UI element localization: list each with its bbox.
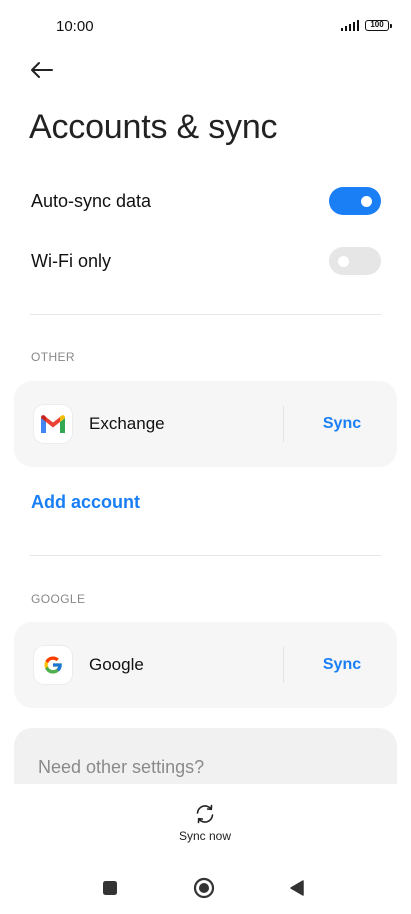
status-time: 10:00 [56, 18, 94, 35]
google-icon [34, 646, 72, 684]
status-icons: 100 [340, 20, 392, 31]
triangle-back-icon [290, 880, 304, 896]
sync-icon [196, 804, 214, 824]
back-button[interactable] [28, 58, 56, 82]
page-title: Accounts & sync [29, 108, 278, 146]
wifi-only-row[interactable]: Wi-Fi only [0, 239, 411, 283]
auto-sync-toggle[interactable] [329, 187, 381, 215]
toggle-knob [338, 256, 349, 267]
card-separator [283, 406, 284, 442]
signal-icon [340, 20, 359, 31]
account-card-exchange[interactable]: Exchange Sync [14, 381, 397, 467]
back-nav-button[interactable] [288, 879, 306, 897]
other-settings-label: Need other settings? [38, 757, 205, 777]
sync-now-label: Sync now [178, 829, 232, 843]
toggle-knob [361, 196, 372, 207]
account-name-google: Google [89, 655, 144, 674]
auto-sync-row[interactable]: Auto-sync data [0, 179, 411, 223]
add-account-button[interactable]: Add account [31, 492, 140, 513]
screen: 10:00 100 Accounts & sync Auto-sync data… [0, 0, 411, 914]
sync-now-button[interactable]: Sync now [165, 802, 245, 843]
arrow-left-icon [31, 62, 53, 78]
divider [30, 555, 381, 556]
home-button[interactable] [193, 877, 215, 899]
section-header-other: OTHER [31, 350, 75, 364]
wifi-only-toggle[interactable] [329, 247, 381, 275]
recents-button[interactable] [102, 880, 118, 896]
wifi-only-label: Wi-Fi only [31, 251, 111, 271]
bottom-bar: Sync now [0, 784, 411, 914]
auto-sync-label: Auto-sync data [31, 191, 152, 211]
section-header-google: GOOGLE [31, 592, 86, 606]
card-separator [283, 647, 284, 683]
square-icon [103, 881, 117, 895]
sync-google-button[interactable]: Sync [310, 656, 374, 674]
sync-exchange-button[interactable]: Sync [310, 415, 374, 433]
gmail-icon [34, 405, 72, 443]
account-name-exchange: Exchange [89, 414, 165, 433]
home-circle-icon [193, 877, 215, 899]
battery-icon: 100 [365, 20, 392, 31]
battery-level: 100 [370, 20, 384, 29]
divider [30, 314, 381, 315]
account-card-google[interactable]: Google Sync [14, 622, 397, 708]
